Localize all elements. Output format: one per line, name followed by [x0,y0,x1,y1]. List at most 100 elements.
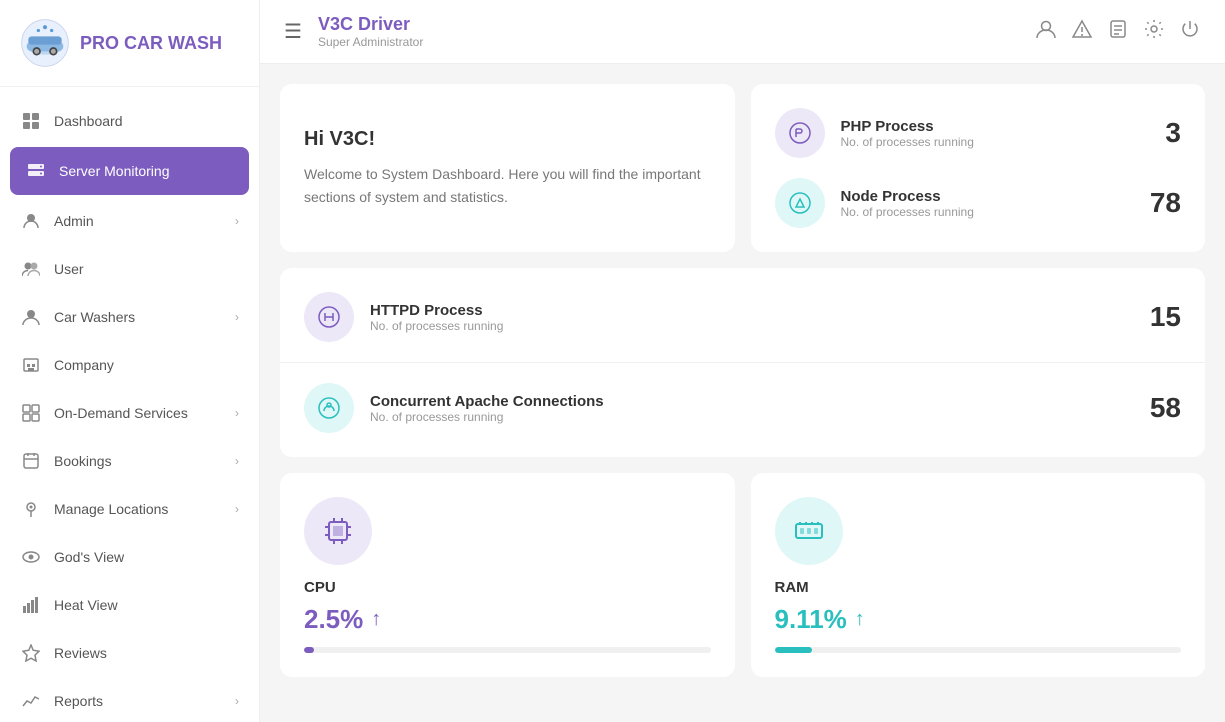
apache-process-name: Concurrent Apache Connections [370,393,1134,410]
reports-arrow: › [235,694,239,708]
sidebar-item-dashboard-label: Dashboard [54,113,123,129]
ram-value: 9.11% ↑ [775,604,1182,635]
sidebar-item-manage-locations[interactable]: Manage Locations › [0,485,259,533]
apache-process-label: No. of processes running [370,410,1134,424]
gods-view-icon [20,546,42,568]
apache-process-icon [304,383,354,433]
sidebar-item-car-washers-label: Car Washers [54,309,135,325]
sidebar: PRO CAR WASH Dashboard Server Monitoring… [0,0,260,722]
sidebar-item-on-demand-label: On-Demand Services [54,405,188,421]
car-washers-icon [20,306,42,328]
apache-process-item: Concurrent Apache Connections No. of pro… [304,383,1181,433]
ram-card: RAM 9.11% ↑ [751,473,1206,677]
dashboard-icon [20,110,42,132]
on-demand-icon [20,402,42,424]
sidebar-item-company[interactable]: Company [0,341,259,389]
content-area: Hi V3C! Welcome to System Dashboard. Her… [260,64,1225,722]
node-process-info: Node Process No. of processes running [841,188,1134,219]
user-icon [20,258,42,280]
sidebar-item-reviews-label: Reviews [54,645,107,661]
sidebar-item-heat-view[interactable]: Heat View [0,581,259,629]
node-process-icon [775,178,825,228]
cpu-label: CPU [304,579,711,596]
apache-process-info: Concurrent Apache Connections No. of pro… [370,393,1134,424]
node-process-name: Node Process [841,188,1134,205]
sidebar-nav: Dashboard Server Monitoring Admin › User [0,87,259,722]
sidebar-item-server-monitoring[interactable]: Server Monitoring [10,147,249,195]
sidebar-item-gods-view-label: God's View [54,549,124,565]
alert-triangle-icon[interactable] [1071,18,1093,45]
php-process-label: No. of processes running [841,135,1150,149]
cpu-percentage: 2.5% [304,604,363,635]
ram-progress-fill [775,647,812,653]
sidebar-item-reports-label: Reports [54,693,103,709]
sidebar-item-reports[interactable]: Reports › [0,677,259,722]
sidebar-item-admin-label: Admin [54,213,94,229]
manage-locations-icon [20,498,42,520]
cpu-progress-fill [304,647,314,653]
node-process-item: Node Process No. of processes running 78 [775,178,1182,228]
httpd-process-name: HTTPD Process [370,302,1134,319]
cpu-trend-icon: ↑ [371,608,381,631]
divider [280,362,1205,363]
sidebar-item-company-label: Company [54,357,114,373]
apache-process-count: 58 [1150,392,1181,424]
profile-icon[interactable] [1035,18,1057,45]
menu-toggle-icon[interactable]: ☰ [284,19,302,44]
app-logo: PRO CAR WASH [0,0,259,87]
sidebar-item-user-label: User [54,261,84,277]
manage-locations-arrow: › [235,502,239,516]
header-actions [1035,18,1201,45]
logo-icon [20,18,70,68]
car-washers-arrow: › [235,310,239,324]
sidebar-item-bookings[interactable]: Bookings › [0,437,259,485]
power-icon[interactable] [1179,18,1201,45]
process-card: PHP Process No. of processes running 3 N… [751,84,1206,252]
ram-progress-bar [775,647,1182,653]
httpd-process-icon [304,292,354,342]
on-demand-arrow: › [235,406,239,420]
node-process-count: 78 [1150,187,1181,219]
sidebar-item-heat-view-label: Heat View [54,597,118,613]
php-process-count: 3 [1165,117,1181,149]
header-title-area: V3C Driver Super Administrator [318,14,1019,49]
php-process-item: PHP Process No. of processes running 3 [775,108,1182,158]
settings-gear-icon[interactable] [1143,18,1165,45]
sidebar-item-car-washers[interactable]: Car Washers › [0,293,259,341]
cpu-icon-wrap [304,497,372,565]
httpd-process-info: HTTPD Process No. of processes running [370,302,1134,333]
company-icon [20,354,42,376]
sidebar-item-admin[interactable]: Admin › [0,197,259,245]
server-monitoring-icon [25,160,47,182]
reports-icon [20,690,42,712]
cpu-progress-bar [304,647,711,653]
welcome-card: Hi V3C! Welcome to System Dashboard. Her… [280,84,735,252]
reviews-icon [20,642,42,664]
bookings-arrow: › [235,454,239,468]
header-subtitle: Super Administrator [318,35,1019,49]
page-header: ☰ V3C Driver Super Administrator [260,0,1225,64]
sidebar-item-server-monitoring-label: Server Monitoring [59,163,170,179]
bookings-icon [20,450,42,472]
sidebar-item-on-demand[interactable]: On-Demand Services › [0,389,259,437]
node-process-label: No. of processes running [841,205,1134,219]
main-area: ☰ V3C Driver Super Administrator [260,0,1225,722]
php-process-icon [775,108,825,158]
sidebar-item-dashboard[interactable]: Dashboard [0,97,259,145]
httpd-process-count: 15 [1150,301,1181,333]
admin-icon [20,210,42,232]
php-process-name: PHP Process [841,118,1150,135]
httpd-process-item: HTTPD Process No. of processes running 1… [304,292,1181,342]
sidebar-item-gods-view[interactable]: God's View [0,533,259,581]
httpd-process-label: No. of processes running [370,319,1134,333]
logo-text: PRO CAR WASH [80,33,222,53]
welcome-greeting: Hi V3C! [304,128,711,151]
ram-label: RAM [775,579,1182,596]
ram-percentage: 9.11% [775,604,847,635]
clipboard-icon[interactable] [1107,18,1129,45]
sidebar-item-manage-locations-label: Manage Locations [54,501,168,517]
wide-process-card: HTTPD Process No. of processes running 1… [280,268,1205,457]
sidebar-item-reviews[interactable]: Reviews [0,629,259,677]
sidebar-item-user[interactable]: User [0,245,259,293]
welcome-text: Welcome to System Dashboard. Here you wi… [304,163,711,208]
